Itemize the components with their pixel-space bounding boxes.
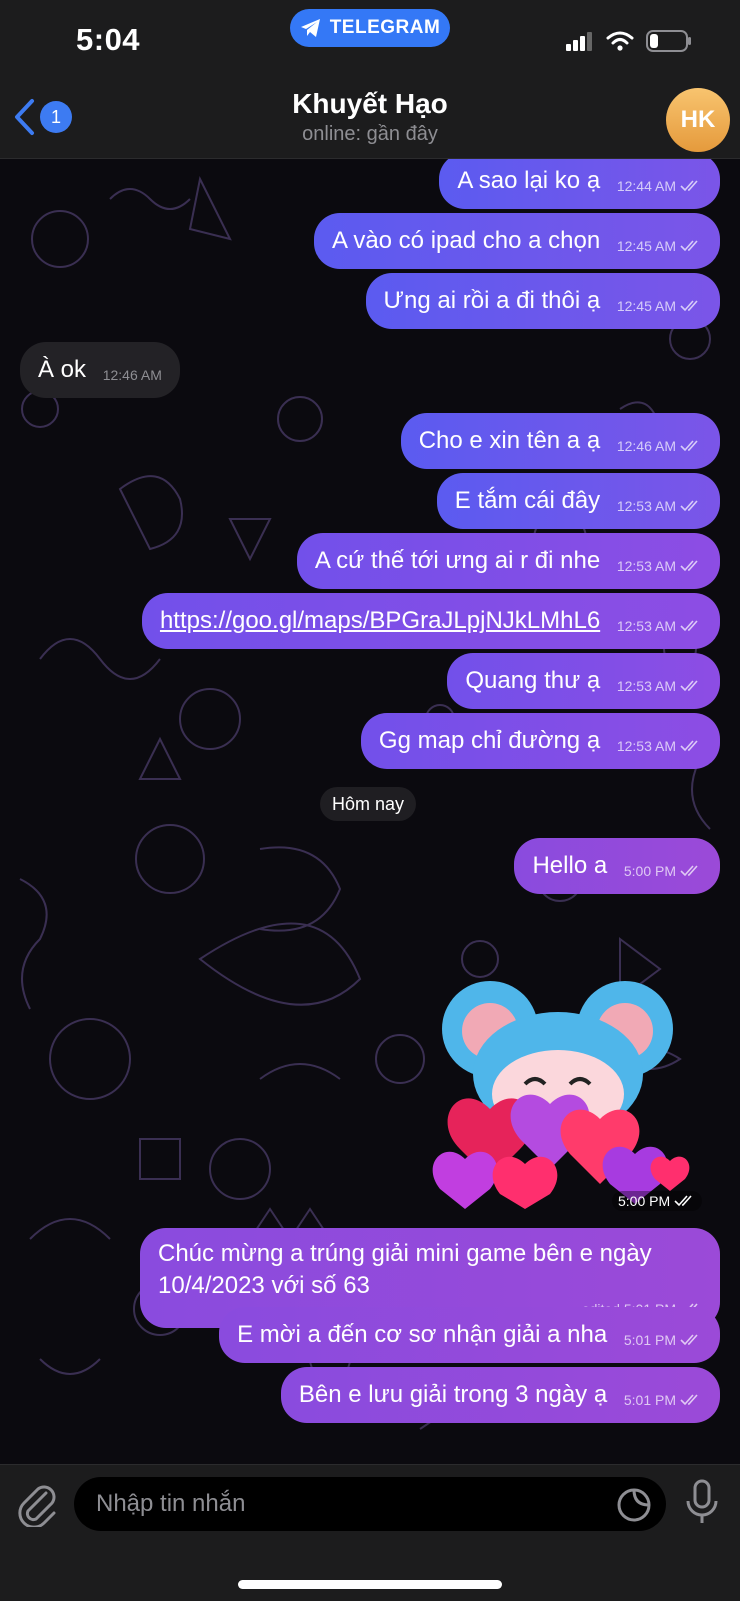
message-bubble-out[interactable]: Quang thư ạ 12:53 AM bbox=[447, 653, 720, 709]
message-time: 5:01 PM bbox=[623, 1392, 676, 1408]
message-meta: 12:46 AM bbox=[103, 368, 162, 382]
message-input[interactable]: Nhập tin nhắn bbox=[74, 1477, 666, 1531]
message-meta: 12:53 AM bbox=[617, 499, 702, 513]
telegram-pill-label: TELEGRAM bbox=[329, 17, 441, 38]
message-time: 12:53 AM bbox=[616, 678, 676, 694]
battery-icon bbox=[646, 30, 691, 52]
message-meta: 12:53 AM bbox=[617, 679, 702, 693]
double-check-icon bbox=[680, 1334, 698, 1346]
message-meta: 5:00 PM bbox=[624, 864, 702, 878]
message-bubble-in[interactable]: À ok 12:46 AM bbox=[20, 342, 180, 398]
message-time: 12:46 AM bbox=[102, 367, 162, 383]
message-meta: 12:53 AM bbox=[617, 739, 702, 753]
double-check-icon bbox=[674, 1195, 692, 1207]
message-time: 5:01 PM bbox=[623, 1332, 676, 1348]
message-bubble-out[interactable]: A vào có ipad cho a chọn 12:45 AM bbox=[313, 213, 720, 269]
message-text: Ưng ai rồi a đi thôi ạ bbox=[383, 287, 601, 314]
chat-title-block[interactable]: Khuyết Hạo online: gần đây bbox=[0, 88, 740, 146]
sticker-meta: 5:00 PM bbox=[612, 1191, 703, 1211]
double-check-icon bbox=[680, 680, 698, 692]
double-check-icon bbox=[680, 300, 698, 312]
message-bubble-out[interactable]: Gg map chỉ đường ạ 12:53 AM bbox=[360, 713, 720, 769]
double-check-icon bbox=[680, 740, 698, 752]
message-bubble-out[interactable]: Bên e lưu giải trong 3 ngày ạ 5:01 PM bbox=[280, 1367, 720, 1423]
message-bubble-out[interactable]: A sao lại ko ạ 12:44 AM bbox=[439, 159, 720, 209]
chat-header: 1 Khuyết Hạo online: gần đây HK bbox=[0, 82, 740, 159]
message-meta: 5:01 PM bbox=[624, 1333, 702, 1347]
message-text: Quang thư ạ bbox=[465, 667, 601, 694]
message-meta: 12:46 AM bbox=[617, 439, 702, 453]
message-meta: 12:45 AM bbox=[617, 299, 702, 313]
double-check-icon bbox=[680, 560, 698, 572]
message-bubble-out[interactable]: https://goo.gl/maps/BPGraJLpjNJkLMhL6 12… bbox=[141, 593, 720, 649]
sticker-icon[interactable] bbox=[616, 1487, 652, 1523]
telegram-pill[interactable]: TELEGRAM bbox=[290, 9, 450, 47]
message-text: Cho e xin tên a ạ bbox=[418, 427, 601, 454]
message-meta: 5:01 PM bbox=[624, 1393, 702, 1407]
input-bar: Nhập tin nhắn bbox=[0, 1464, 740, 1601]
message-bubble-out[interactable]: E tắm cái đây 12:53 AM bbox=[436, 473, 720, 529]
message-text: Gg map chỉ đường ạ bbox=[378, 727, 601, 754]
message-time: 12:46 AM bbox=[616, 438, 676, 454]
message-time: 12:53 AM bbox=[616, 738, 676, 754]
message-text: Bên e lưu giải trong 3 ngày ạ bbox=[298, 1381, 608, 1408]
message-text: A sao lại ko ạ bbox=[457, 167, 601, 194]
chat-status: online: gần đây bbox=[302, 123, 438, 145]
double-check-icon bbox=[680, 180, 698, 192]
double-check-icon bbox=[680, 620, 698, 632]
double-check-icon bbox=[680, 440, 698, 452]
message-time: 12:53 AM bbox=[616, 558, 676, 574]
message-meta: 12:53 AM bbox=[617, 619, 702, 633]
message-bubble-out[interactable]: Cho e xin tên a ạ 12:46 AM bbox=[400, 413, 720, 469]
signal-icon bbox=[566, 32, 592, 51]
message-time: 12:53 AM bbox=[616, 498, 676, 514]
message-meta: 12:53 AM bbox=[617, 559, 702, 573]
status-time: 5:04 bbox=[76, 22, 141, 57]
message-time: 12:53 AM bbox=[616, 618, 676, 634]
message-meta: 12:45 AM bbox=[617, 239, 702, 253]
double-check-icon bbox=[680, 865, 698, 877]
message-bubble-out[interactable]: E mời a đến cơ sơ nhận giải a nha 5:01 P… bbox=[219, 1307, 720, 1363]
double-check-icon bbox=[680, 1394, 698, 1406]
message-bubble-out[interactable]: A cứ thế tới ưng ai r đi nhe 12:53 AM bbox=[296, 533, 720, 589]
chat-area[interactable]: A sao lại ko ạ 12:44 AM A vào có ipad ch… bbox=[0, 159, 740, 1464]
message-time: 12:44 AM bbox=[616, 178, 676, 194]
message-text: E tắm cái đây bbox=[454, 487, 601, 514]
wifi-icon bbox=[606, 31, 634, 51]
message-time: 12:45 AM bbox=[616, 238, 676, 254]
message-text: Hello a bbox=[532, 852, 608, 879]
day-divider: Hôm nay bbox=[320, 787, 417, 821]
double-check-icon bbox=[680, 500, 698, 512]
mic-icon[interactable] bbox=[684, 1479, 720, 1525]
double-check-icon bbox=[680, 240, 698, 252]
sticker-time: 5:00 PM bbox=[618, 1193, 671, 1209]
message-link[interactable]: https://goo.gl/maps/BPGraJLpjNJkLMhL6 bbox=[160, 607, 600, 634]
status-bar: 5:04 TELEGRAM bbox=[0, 0, 740, 82]
message-text: À ok bbox=[38, 356, 87, 383]
mouse-hearts-sticker[interactable] bbox=[420, 979, 700, 1209]
message-meta: 12:44 AM bbox=[617, 179, 702, 193]
attach-icon[interactable] bbox=[16, 1481, 60, 1527]
message-time: 5:00 PM bbox=[623, 863, 676, 879]
message-text: A vào có ipad cho a chọn bbox=[331, 227, 601, 254]
chat-name: Khuyết Hạo bbox=[292, 88, 448, 119]
message-time: 12:45 AM bbox=[616, 298, 676, 314]
message-text: A cứ thế tới ưng ai r đi nhe bbox=[314, 547, 601, 574]
message-bubble-out[interactable]: Hello a 5:00 PM bbox=[514, 838, 720, 894]
message-bubble-out[interactable]: Ưng ai rồi a đi thôi ạ 12:45 AM bbox=[365, 273, 720, 329]
message-text: E mời a đến cơ sơ nhận giải a nha bbox=[237, 1321, 608, 1348]
avatar[interactable]: HK bbox=[666, 88, 730, 152]
home-indicator bbox=[238, 1580, 502, 1589]
telegram-icon bbox=[300, 19, 320, 37]
